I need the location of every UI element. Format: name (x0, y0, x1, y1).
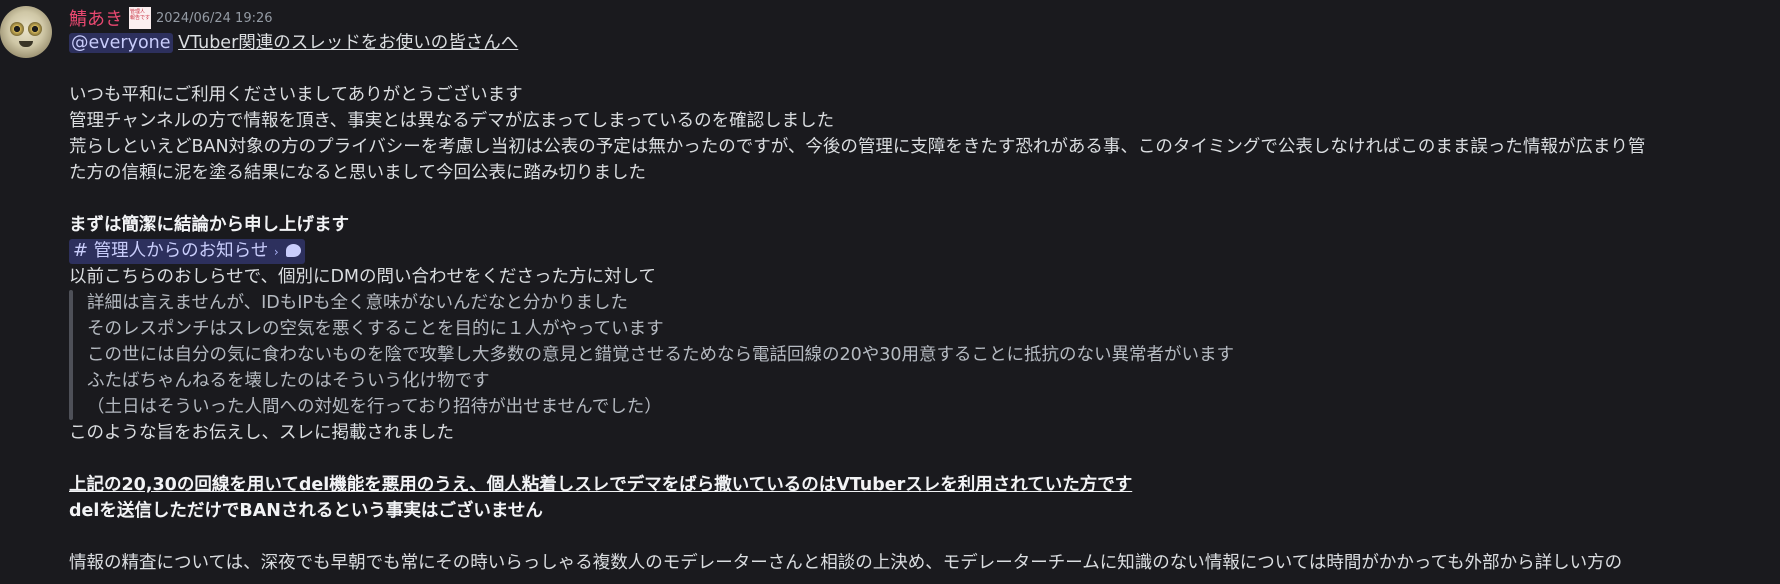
paragraph-line: いつも平和にご利用くださいましてありがとうございます (69, 85, 523, 105)
channel-link[interactable]: # 管理人からのお知らせ › (69, 239, 306, 264)
channel-line: # 管理人からのお知らせ › (69, 238, 1780, 264)
paragraph-line: 管理チャンネルの方で情報を頂き、事実とは異なるデマが広まってしまっているのを確認… (69, 111, 835, 131)
role-icon-text: 管理人 報告です (130, 9, 150, 21)
quote-line: （土日はそういった人間への対処を行っており招待が出せませんでした） (87, 397, 662, 417)
quote-line: この世には自分の気に食わないものを陰で攻撃し大多数の意見と錯覚させるためなら電話… (87, 345, 1235, 365)
channel-hash-icon: # (73, 240, 89, 261)
subject-line: @everyone VTuber関連のスレッドをお使いの皆さんへ (69, 30, 1780, 56)
conclusion-line: 上記の20,30の回線を用いてdel機能を悪用のうえ、個人粘着しスレでデマをばら… (69, 475, 1133, 495)
paragraph-line: た方の信頼に泥を塗る結果になると思いまして今回公表に踏み切りました (69, 163, 646, 183)
message-header: 鯖あき 管理人 報告です 2024/06/24 19:26 (69, 6, 1780, 30)
role-icon-text-line2: 報告です (130, 15, 151, 21)
chevron-right-icon: › (273, 245, 279, 259)
quote-line: ふたばちゃんねるを壊したのはそういう化け物です (87, 371, 490, 391)
user-avatar[interactable] (0, 6, 52, 58)
message-timestamp[interactable]: 2024/06/24 19:26 (156, 11, 273, 26)
author-name[interactable]: 鯖あき (69, 5, 123, 31)
avatar-eye-left (10, 22, 24, 36)
block-quote: 詳細は言えませんが、IDもIPも全く意味がないんだなと分かりました そのレスポン… (69, 290, 1780, 420)
last-line: 情報の精査については、深夜でも早朝でも常にその時いらっしゃる複数人のモデレーター… (69, 553, 1623, 573)
avatar-eye-right (28, 22, 42, 36)
paragraph-line: 荒らしといえどBAN対象の方のプライバシーを考慮し当初は公表の予定は無かったので… (69, 137, 1646, 157)
avatar-mouth (19, 41, 33, 47)
quote-line: 詳細は言えませんが、IDもIPも全く意味がないんだなと分かりました (87, 293, 628, 313)
chat-message: 鯖あき 管理人 報告です 2024/06/24 19:26 @everyone V… (0, 0, 1780, 584)
message-content: 鯖あき 管理人 報告です 2024/06/24 19:26 @everyone V… (69, 6, 1780, 576)
after-quote-line: このような旨をお伝えし、スレに掲載されました (69, 423, 454, 443)
quote-line: そのレスポンチはスレの空気を悪くすることを目的に１人がやっています (87, 319, 664, 339)
everyone-mention[interactable]: @everyone (69, 33, 173, 53)
conclusion-line-2: delを送信しただけでBANされるという事実はございません (69, 501, 543, 521)
role-icon[interactable]: 管理人 報告です (129, 7, 151, 29)
subject-text: VTuber関連のスレッドをお使いの皆さんへ (178, 33, 519, 53)
thread-bubble-icon (286, 244, 302, 257)
quote-bar (69, 290, 73, 420)
channel-name: 管理人からのお知らせ (93, 241, 269, 261)
heading-line: まずは簡潔に結論から申し上げます (69, 215, 349, 235)
intro-line: 以前こちらのおしらせで、個別にDMの問い合わせをくださった方に対して (69, 267, 656, 287)
